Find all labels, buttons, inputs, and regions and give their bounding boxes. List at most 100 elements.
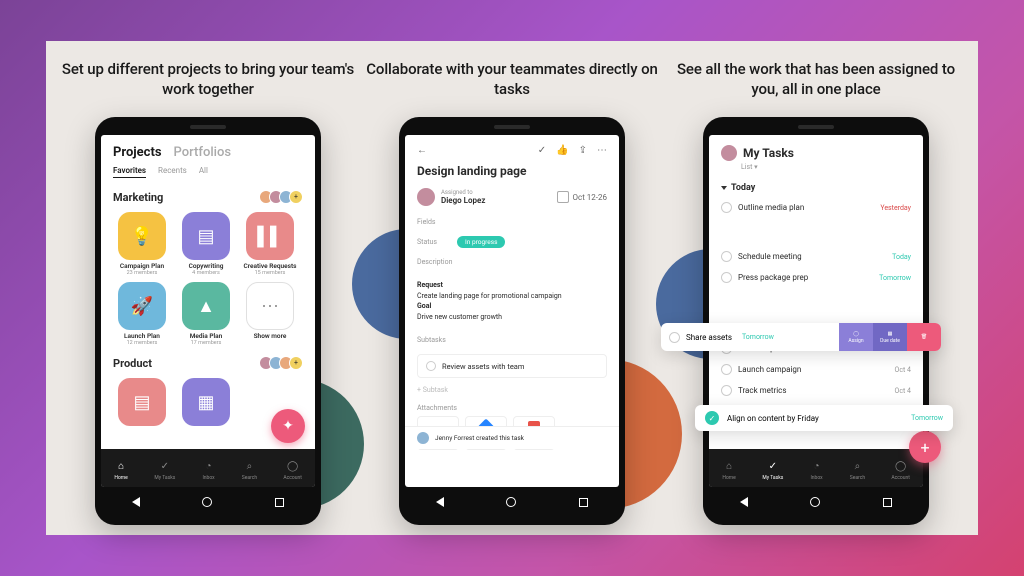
swipe-assign[interactable]: ◯Assign — [839, 323, 873, 351]
sparkle-icon: ✦ — [282, 418, 294, 434]
show-more-tile[interactable]: ⋯Show more — [241, 282, 299, 346]
avatar-more[interactable]: + — [289, 190, 303, 204]
check-circle-icon[interactable] — [426, 361, 436, 371]
android-back[interactable] — [132, 497, 140, 507]
add-subtask[interactable]: + Subtask — [405, 382, 619, 398]
project-tile[interactable]: ▌▌Creative Requests15 members — [241, 212, 299, 276]
headline-3: See all the work that has been assigned … — [668, 59, 964, 101]
page-title: My Tasks — [743, 146, 794, 160]
subtask-row[interactable]: Review assets with team — [417, 354, 607, 378]
swipe-duedate[interactable]: ▦Due date — [873, 323, 907, 351]
mountain-icon: ▲ — [182, 282, 230, 330]
highlight-task-card[interactable]: ✓ Align on content by Friday Tomorrow — [695, 405, 953, 431]
nav-mytasks[interactable]: ✓My Tasks — [762, 460, 783, 481]
more-icon[interactable]: ⋯ — [597, 145, 607, 156]
person-icon: ◯ — [286, 460, 300, 474]
panel-projects: Set up different projects to bring your … — [60, 59, 356, 535]
avatar[interactable] — [721, 145, 737, 161]
check-circle-icon[interactable] — [721, 202, 732, 213]
avatar — [417, 432, 429, 444]
phone-frame: My Tasks List ▾ Today Outline media plan… — [703, 117, 929, 525]
calendar-icon: ▦ — [182, 378, 230, 426]
plus-icon: + — [920, 438, 929, 457]
check-circle-icon[interactable] — [721, 272, 732, 283]
panel-task-detail: Collaborate with your teammates directly… — [364, 59, 660, 535]
android-recents[interactable] — [883, 498, 892, 507]
android-home[interactable] — [810, 497, 820, 507]
nav-home[interactable]: ⌂Home — [114, 460, 128, 481]
project-tile[interactable]: ▦ — [177, 378, 235, 426]
nav-account[interactable]: ◯Account — [891, 460, 910, 481]
android-recents[interactable] — [275, 498, 284, 507]
nav-search[interactable]: ⌕Search — [242, 460, 257, 481]
nav-mytasks[interactable]: ✓My Tasks — [154, 460, 175, 481]
home-icon: ⌂ — [722, 460, 736, 474]
task-row[interactable]: Launch campaignOct 4 — [709, 359, 923, 380]
panel-mytasks: See all the work that has been assigned … — [668, 59, 964, 535]
phone-speaker — [798, 125, 834, 129]
project-tile[interactable]: 🚀Launch Plan12 members — [113, 282, 171, 346]
screen-mytasks: My Tasks List ▾ Today Outline media plan… — [709, 135, 923, 487]
project-tile[interactable]: 💡Campaign Plan23 members — [113, 212, 171, 276]
swipe-task-card[interactable]: Share assets Tomorrow ◯Assign ▦Due date … — [661, 323, 941, 351]
project-tile[interactable]: ▲Media Plan17 members — [177, 282, 235, 346]
marketing-stage: Set up different projects to bring your … — [46, 41, 978, 535]
member-avatars[interactable]: + — [263, 356, 303, 370]
android-back[interactable] — [436, 497, 444, 507]
nav-account[interactable]: ◯Account — [283, 460, 302, 481]
section-product: Product — [113, 357, 152, 370]
avatar[interactable] — [417, 188, 435, 206]
project-tile[interactable]: ▤ — [113, 378, 171, 426]
check-circle-icon[interactable] — [721, 251, 732, 262]
share-icon[interactable]: ⇪ — [579, 145, 587, 156]
nav-inbox[interactable]: ◔Inbox — [202, 460, 216, 481]
create-fab[interactable]: + — [909, 431, 941, 463]
status-pill[interactable]: In progress — [457, 236, 505, 248]
person-icon: ◯ — [894, 460, 908, 474]
screen-projects: Projects Portfolios Favorites Recents Al… — [101, 135, 315, 487]
task-row[interactable]: Schedule meetingToday — [709, 246, 923, 267]
check-icon: ✓ — [766, 460, 780, 474]
task-row[interactable]: Press package prepTomorrow — [709, 267, 923, 288]
tab-portfolios[interactable]: Portfolios — [174, 145, 232, 160]
task-row[interactable]: Track metricsOct 4 — [709, 380, 923, 401]
check-circle-icon[interactable] — [721, 364, 732, 375]
android-back[interactable] — [740, 497, 748, 507]
android-home[interactable] — [506, 497, 516, 507]
description-heading: Description — [405, 252, 619, 272]
like-icon[interactable]: 👍 — [556, 145, 568, 156]
task-row[interactable]: Outline media planYesterday — [709, 197, 923, 218]
check-filled-icon[interactable]: ✓ — [705, 411, 719, 425]
headline-2: Collaborate with your teammates directly… — [364, 59, 660, 101]
subtasks-heading: Subtasks — [405, 330, 619, 350]
check-circle-icon[interactable] — [669, 332, 680, 343]
tab-projects[interactable]: Projects — [113, 145, 162, 160]
section-marketing: Marketing — [113, 191, 163, 204]
project-tile[interactable]: ▤Copywriting4 members — [177, 212, 235, 276]
check-circle-icon[interactable] — [721, 385, 732, 396]
subtab-favorites[interactable]: Favorites — [113, 166, 146, 178]
complete-icon[interactable]: ✓ — [538, 145, 546, 156]
home-icon: ⌂ — [114, 460, 128, 474]
search-icon: ⌕ — [850, 460, 864, 474]
nav-search[interactable]: ⌕Search — [850, 460, 865, 481]
swipe-delete[interactable]: 🗑 — [907, 323, 941, 351]
android-home[interactable] — [202, 497, 212, 507]
phone-speaker — [190, 125, 226, 129]
status-label: Status — [417, 238, 437, 246]
nav-home[interactable]: ⌂Home — [722, 460, 736, 481]
assignee-name[interactable]: Diego Lopez — [441, 196, 485, 205]
bell-icon: ◔ — [810, 460, 824, 474]
android-recents[interactable] — [579, 498, 588, 507]
member-avatars[interactable]: + — [263, 190, 303, 204]
back-button[interactable]: ← — [417, 145, 427, 156]
view-dropdown[interactable]: List ▾ — [709, 163, 923, 177]
create-fab[interactable]: ✦ — [271, 409, 305, 443]
board-icon: ▤ — [182, 212, 230, 260]
avatar-more[interactable]: + — [289, 356, 303, 370]
nav-inbox[interactable]: ◔Inbox — [810, 460, 824, 481]
subtab-all[interactable]: All — [199, 166, 208, 178]
group-today[interactable]: Today — [709, 177, 923, 197]
due-date[interactable]: Oct 12-26 — [557, 191, 608, 203]
subtab-recents[interactable]: Recents — [158, 166, 187, 178]
